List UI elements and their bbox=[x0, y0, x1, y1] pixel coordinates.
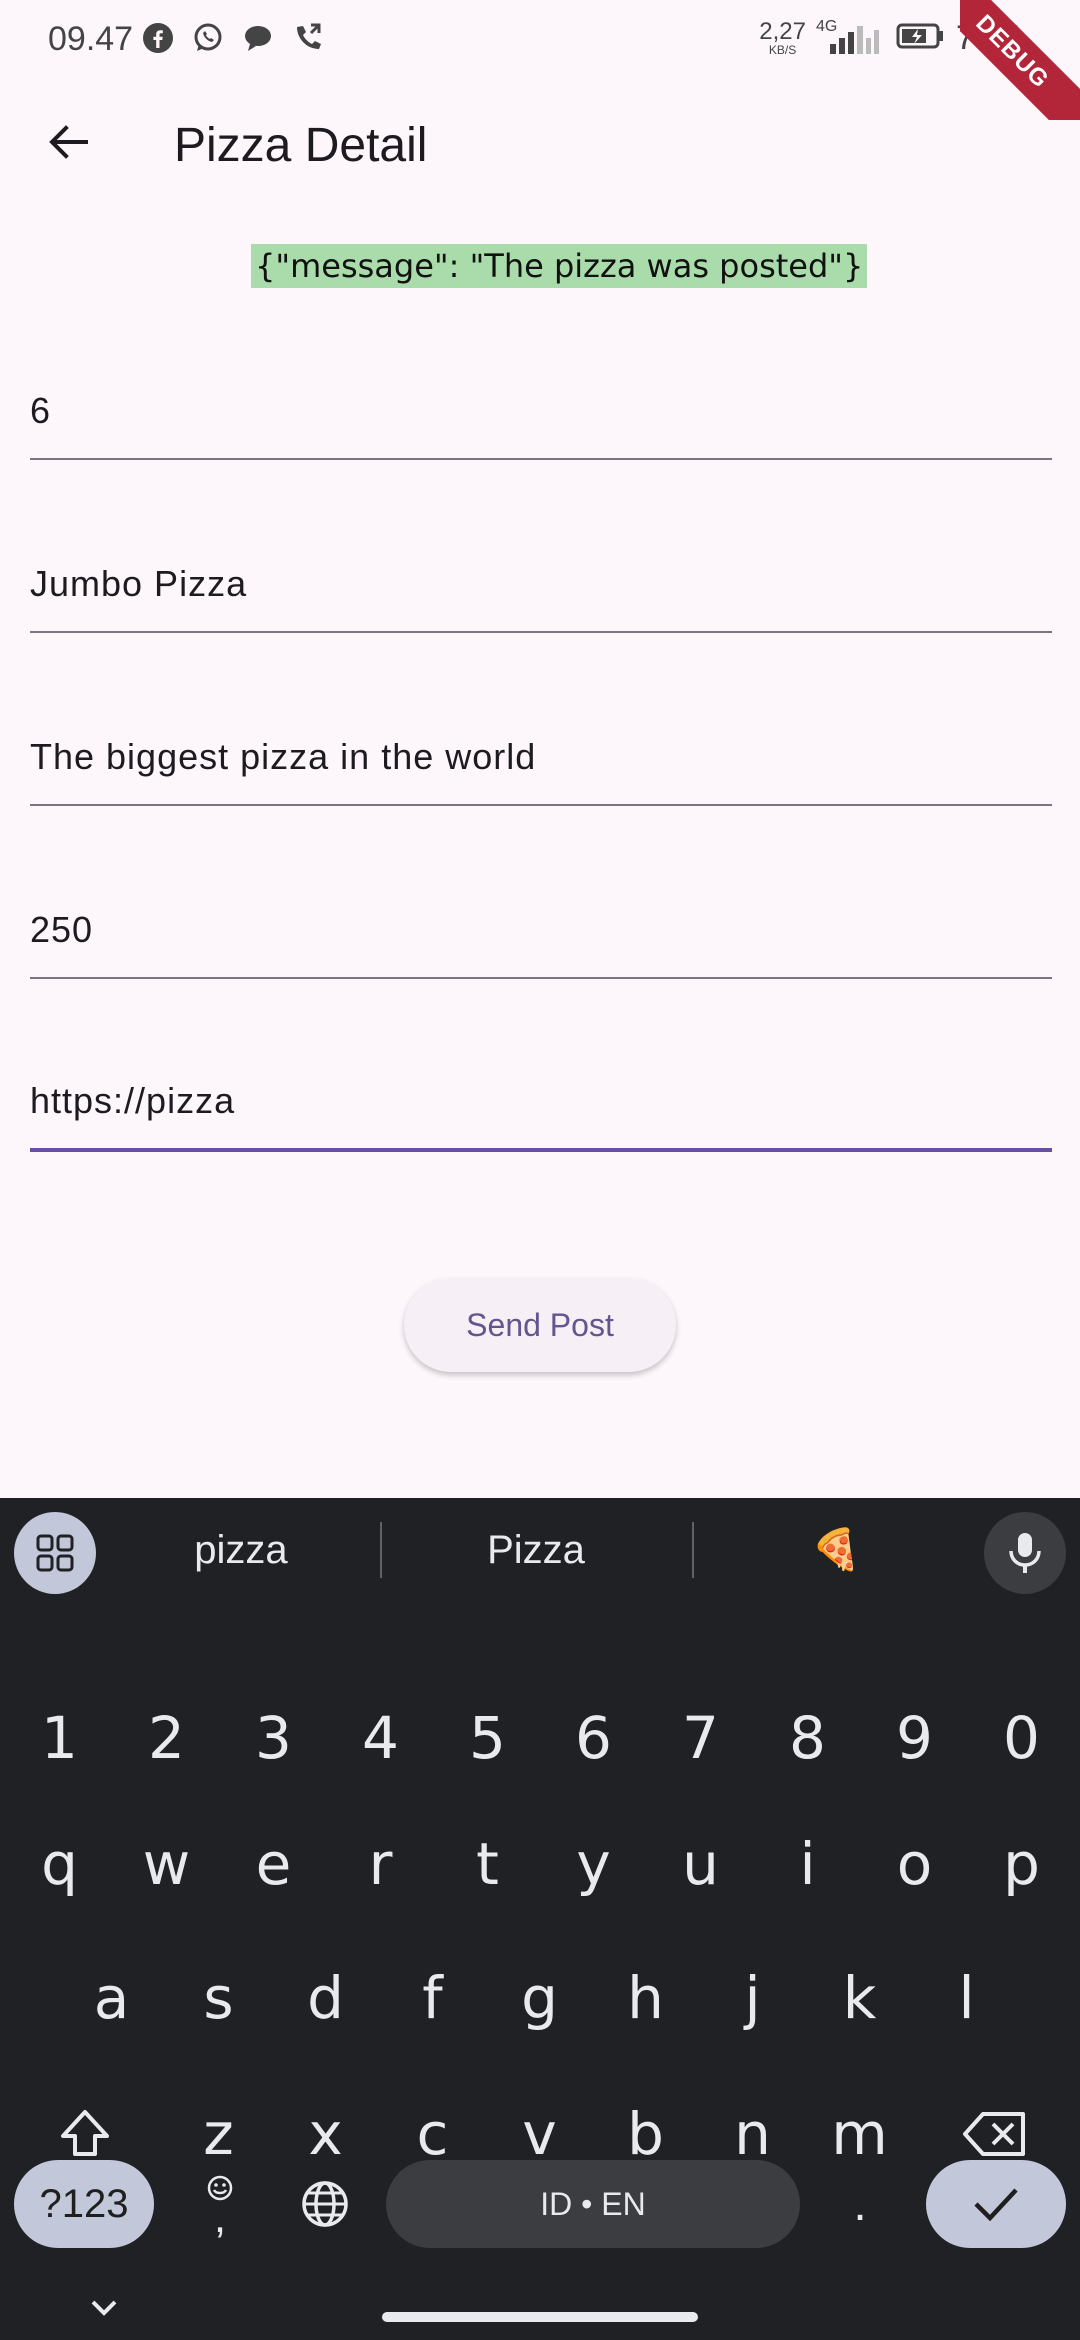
pizza-id-field[interactable]: 6 bbox=[30, 380, 1052, 460]
language-switch-key[interactable] bbox=[280, 2160, 370, 2248]
response-message: {"message": "The pizza was posted"} bbox=[251, 244, 868, 288]
key-t[interactable]: t bbox=[434, 1804, 541, 1924]
key-e[interactable]: e bbox=[220, 1804, 327, 1924]
key-2[interactable]: 2 bbox=[113, 1678, 220, 1798]
navigation-area bbox=[0, 2270, 1080, 2340]
backspace-icon bbox=[963, 2112, 1025, 2156]
page-title: Pizza Detail bbox=[174, 119, 428, 172]
network-speed: 2,27 KB/S bbox=[759, 18, 806, 57]
key-u[interactable]: u bbox=[647, 1804, 754, 1924]
back-button[interactable] bbox=[36, 110, 100, 174]
key-f[interactable]: f bbox=[379, 1938, 486, 2058]
arrow-back-icon bbox=[49, 125, 88, 159]
key-w[interactable]: w bbox=[113, 1804, 220, 1924]
key-p[interactable]: p bbox=[968, 1804, 1075, 1924]
battery-icon bbox=[896, 21, 946, 56]
pizza-name-field[interactable]: Jumbo Pizza bbox=[30, 553, 1052, 633]
suggestion-1[interactable]: pizza bbox=[130, 1520, 352, 1580]
globe-icon bbox=[302, 2181, 348, 2227]
suggestion-divider bbox=[380, 1522, 382, 1578]
key-k[interactable]: k bbox=[806, 1938, 913, 2058]
comma-label: , bbox=[213, 2193, 227, 2242]
pizza-description-value: The biggest pizza in the world bbox=[30, 736, 537, 777]
key-q[interactable]: q bbox=[6, 1804, 113, 1924]
pizza-id-value: 6 bbox=[30, 390, 52, 431]
notification-icons bbox=[140, 18, 326, 58]
key-i[interactable]: i bbox=[754, 1804, 861, 1924]
keyboard-menu-button[interactable] bbox=[14, 1512, 96, 1594]
key-8[interactable]: 8 bbox=[754, 1678, 861, 1798]
key-g[interactable]: g bbox=[486, 1938, 593, 2058]
pizza-price-value: 250 bbox=[30, 909, 94, 950]
key-j[interactable]: j bbox=[699, 1938, 806, 2058]
key-h[interactable]: h bbox=[592, 1938, 699, 2058]
done-key[interactable] bbox=[926, 2160, 1066, 2248]
suggestion-strip: pizza Pizza 🍕 bbox=[0, 1498, 1080, 1606]
letter-row-1: q w e r t y u i o p bbox=[0, 1804, 1080, 1924]
symbols-key[interactable]: ?123 bbox=[14, 2160, 154, 2248]
chevron-down-icon bbox=[91, 2300, 117, 2316]
chat-bubble-icon bbox=[240, 18, 276, 58]
home-gesture-bar[interactable] bbox=[382, 2312, 698, 2322]
key-o[interactable]: o bbox=[861, 1804, 968, 1924]
checkmark-icon bbox=[974, 2188, 1018, 2222]
shift-arrow-icon bbox=[61, 2110, 109, 2156]
space-bar[interactable]: ID • EN bbox=[386, 2160, 800, 2248]
key-7[interactable]: 7 bbox=[647, 1678, 754, 1798]
soft-keyboard: pizza Pizza 🍕 1 2 3 4 5 6 7 8 9 0 q w e … bbox=[0, 1498, 1080, 2340]
pizza-name-value: Jumbo Pizza bbox=[30, 563, 248, 604]
key-6[interactable]: 6 bbox=[540, 1678, 647, 1798]
key-d[interactable]: d bbox=[272, 1938, 379, 2058]
key-0[interactable]: 0 bbox=[968, 1678, 1075, 1798]
key-9[interactable]: 9 bbox=[861, 1678, 968, 1798]
hide-keyboard-button[interactable] bbox=[84, 2288, 124, 2328]
microphone-icon bbox=[1009, 1533, 1041, 1573]
number-row: 1 2 3 4 5 6 7 8 9 0 bbox=[0, 1678, 1080, 1798]
pizza-price-field[interactable]: 250 bbox=[30, 899, 1052, 979]
keyboard-bottom-row: ?123 , ID • EN . bbox=[0, 2160, 1080, 2270]
letter-row-2: a s d f g h j k l bbox=[0, 1938, 1080, 2058]
signal-icon: 4G bbox=[816, 18, 886, 58]
key-r[interactable]: r bbox=[327, 1804, 434, 1924]
suggestion-2[interactable]: Pizza bbox=[425, 1520, 647, 1580]
key-5[interactable]: 5 bbox=[434, 1678, 541, 1798]
suggestion-3-pizza-emoji[interactable]: 🍕 bbox=[725, 1520, 947, 1580]
pizza-image-url-field[interactable]: https://pizza bbox=[30, 1072, 1052, 1152]
key-1[interactable]: 1 bbox=[6, 1678, 113, 1798]
status-bar: 09.47 2,27 KB/S 4G bbox=[0, 0, 1080, 80]
call-forward-icon bbox=[290, 18, 326, 58]
key-a[interactable]: a bbox=[58, 1938, 165, 2058]
key-l[interactable]: l bbox=[913, 1938, 1020, 2058]
period-key[interactable]: . bbox=[820, 2160, 900, 2248]
facebook-icon bbox=[140, 18, 176, 58]
whatsapp-icon bbox=[190, 18, 226, 58]
app-bar: Pizza Detail bbox=[0, 90, 1080, 202]
key-4[interactable]: 4 bbox=[327, 1678, 434, 1798]
pizza-image-url-value: https://pizza bbox=[30, 1080, 236, 1121]
suggestion-divider bbox=[692, 1522, 694, 1578]
key-3[interactable]: 3 bbox=[220, 1678, 327, 1798]
send-post-button[interactable]: Send Post bbox=[404, 1278, 676, 1372]
emoji-comma-key[interactable]: , bbox=[180, 2160, 260, 2248]
status-time: 09.47 bbox=[48, 20, 134, 58]
key-y[interactable]: y bbox=[540, 1804, 647, 1924]
voice-input-button[interactable] bbox=[984, 1512, 1066, 1594]
key-s[interactable]: s bbox=[165, 1938, 272, 2058]
pizza-description-field[interactable]: The biggest pizza in the world bbox=[30, 726, 1052, 806]
apps-grid-icon bbox=[36, 1534, 74, 1572]
